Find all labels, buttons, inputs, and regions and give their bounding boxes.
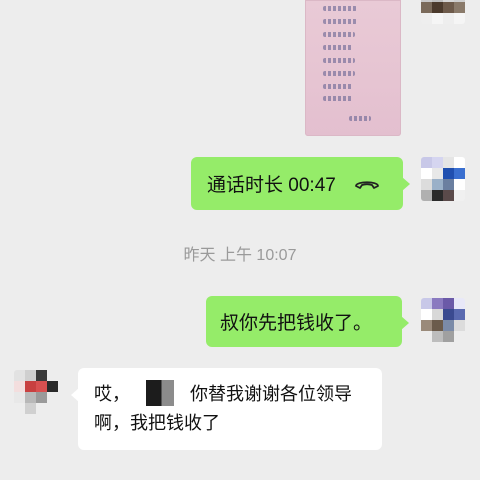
photo-text-line: [323, 71, 355, 76]
incoming-message-text-rest: 你替我谢谢各位领导啊，我把钱收了: [94, 384, 352, 433]
sender-avatar[interactable]: [421, 0, 465, 24]
incoming-message-text-start: 哎，: [94, 384, 130, 404]
redacted-name: [146, 380, 174, 406]
message-timestamp: 昨天 上午 10:07: [183, 247, 297, 264]
outgoing-message[interactable]: 叔你先把钱收了。: [206, 296, 409, 347]
photo-message[interactable]: [305, 0, 401, 136]
photo-text-line: [323, 58, 355, 63]
photo-signature: [349, 116, 371, 121]
outgoing-message-text: 叔你先把钱收了。: [220, 313, 373, 334]
incoming-message[interactable]: 哎， 你替我谢谢各位领导啊，我把钱收了: [71, 368, 382, 450]
contact-avatar[interactable]: [14, 370, 58, 414]
photo-text-line: [323, 84, 353, 89]
photo-text-line: [323, 32, 355, 37]
photo-text-line: [323, 96, 353, 101]
call-duration-label: 通话时长 00:47: [207, 175, 336, 196]
photo-text-line: [323, 45, 353, 50]
photo-text-line: [323, 19, 357, 24]
photo-text-line: [323, 6, 357, 11]
sender-avatar[interactable]: [421, 157, 465, 201]
hang-up-icon: [354, 180, 379, 189]
call-duration-message[interactable]: 通话时长 00:47: [191, 157, 410, 210]
sender-avatar[interactable]: [421, 298, 465, 342]
